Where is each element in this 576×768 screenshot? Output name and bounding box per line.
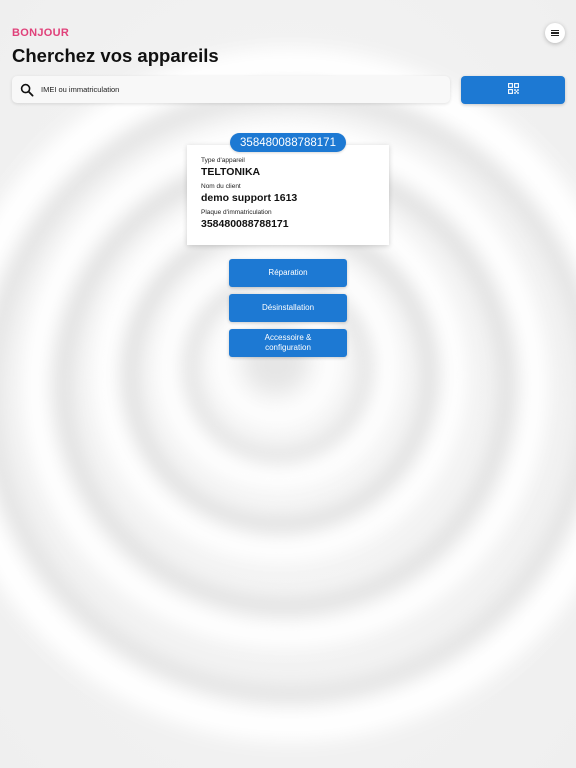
device-type-value: TELTONIKA — [201, 166, 261, 178]
device-type-label: Type d'appareil — [201, 157, 245, 164]
client-name-label: Nom du client — [201, 183, 241, 190]
qr-code-icon — [507, 81, 519, 99]
scan-qr-button[interactable] — [461, 76, 565, 104]
device-card[interactable]: Type d'appareil TELTONIKA Nom du client … — [187, 145, 389, 245]
uninstall-button[interactable]: Désinstallation — [229, 294, 347, 322]
search-input[interactable] — [41, 85, 421, 94]
client-name-value: demo support 1613 — [201, 192, 298, 204]
repair-button-label: Réparation — [268, 268, 308, 277]
uninstall-button-label: Désinstallation — [261, 303, 315, 312]
greeting-label: BONJOUR — [12, 27, 70, 39]
accessory-config-button[interactable]: Accessoire & configuration — [229, 329, 347, 357]
plate-value: 358480088788171 — [201, 218, 289, 230]
repair-button[interactable]: Réparation — [229, 259, 347, 287]
hamburger-menu-icon — [551, 28, 559, 37]
page-title: Cherchez vos appareils — [12, 45, 219, 66]
menu-button[interactable] — [545, 23, 565, 43]
search-icon — [20, 83, 34, 97]
imei-badge: 358480088788171 — [230, 133, 346, 152]
accessory-config-button-label: Accessoire & configuration — [264, 333, 312, 352]
background-rings — [0, 0, 576, 768]
plate-label: Plaque d'immatriculation — [201, 209, 272, 216]
search-bar[interactable] — [12, 76, 450, 103]
